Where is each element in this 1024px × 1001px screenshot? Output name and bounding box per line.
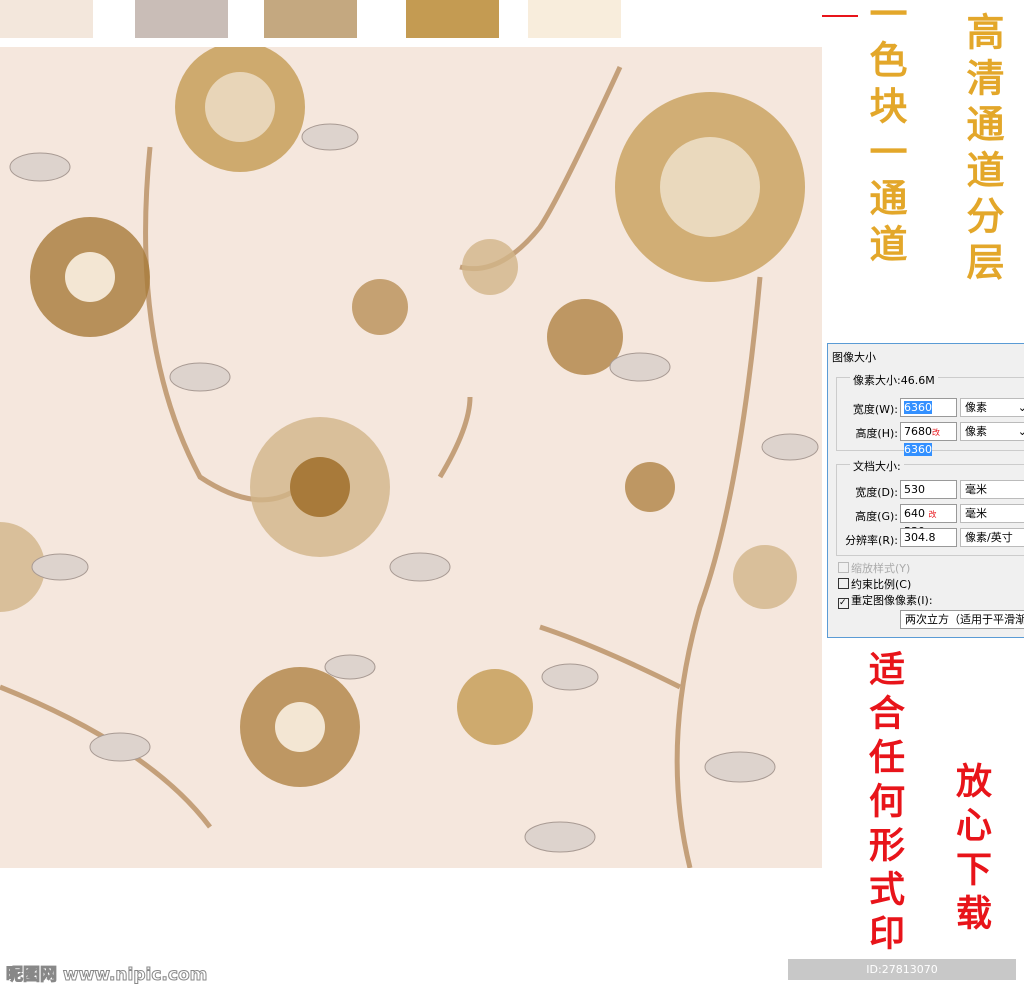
width-value: 6360 bbox=[904, 401, 932, 414]
doc-height-mark: 改 bbox=[928, 510, 937, 519]
color-swatch-3 bbox=[264, 0, 357, 38]
floral-illustration bbox=[0, 42, 819, 869]
resolution-label: 分辨率(R): bbox=[845, 534, 898, 547]
width-unit-select[interactable]: 像素 ⌄ bbox=[960, 398, 1024, 417]
height-input[interactable]: 7680改6360 bbox=[900, 422, 957, 456]
height-label: 高度(H): bbox=[855, 427, 898, 440]
gold-text-hd-layers: 高清通道分层 bbox=[960, 12, 1005, 288]
red-line bbox=[822, 15, 858, 17]
height-old: 7680 bbox=[904, 425, 932, 438]
dialog-title: 图像大小 bbox=[832, 351, 876, 364]
resample-label: 重定图像像素(I): bbox=[851, 594, 933, 607]
image-size-dialog: 图像大小 像素大小:46.6M 宽度(W): 6360 像素 ⌄ 高度(H): … bbox=[827, 343, 1024, 638]
red-text-any-print: 适合任何形式印 bbox=[863, 650, 905, 958]
height-unit-select[interactable]: 像素 ⌄ bbox=[960, 422, 1024, 441]
resample-method-select[interactable]: 两次立方（适用于平滑渐变 bbox=[900, 610, 1024, 629]
constrain-label: 约束比例(C) bbox=[851, 578, 912, 591]
scale-styles-label: 缩放样式(Y) bbox=[851, 562, 911, 575]
image-id-bar: ID:27813070 NO:20200817163424738089 bbox=[788, 959, 1016, 997]
color-swatch-2 bbox=[135, 0, 228, 38]
color-swatch-5 bbox=[528, 0, 621, 38]
resolution-unit-select[interactable]: 像素/英寸 bbox=[960, 528, 1024, 547]
height-unit: 像素 bbox=[965, 425, 987, 438]
red-text-download: 放心下载 bbox=[950, 762, 992, 938]
doc-size-label: 文档大小: bbox=[850, 458, 904, 474]
doc-height-input[interactable]: 640 改 530 bbox=[900, 504, 957, 538]
width-label: 宽度(W): bbox=[852, 403, 898, 416]
doc-height-old: 640 bbox=[904, 507, 925, 520]
constrain-checkbox[interactable]: 约束比例(C) bbox=[838, 576, 911, 592]
gold-text-one-color-per-channel: 一色块一通道 bbox=[863, 0, 908, 270]
color-swatch-4 bbox=[406, 0, 499, 38]
doc-height-unit-select[interactable]: 毫米 bbox=[960, 504, 1024, 523]
resolution-input[interactable]: 304.8 bbox=[900, 528, 957, 547]
doc-width-input[interactable]: 530 bbox=[900, 480, 957, 499]
height-value: 6360 bbox=[904, 443, 932, 456]
doc-width-unit-select[interactable]: 毫米 bbox=[960, 480, 1024, 499]
height-mark: 改 bbox=[932, 428, 940, 437]
doc-height-label: 高度(G): bbox=[855, 510, 898, 523]
width-input[interactable]: 6360 bbox=[900, 398, 957, 417]
watermark-logo: 昵图网 www.nipic.com bbox=[5, 965, 208, 986]
pixel-size-label: 像素大小:46.6M bbox=[850, 372, 938, 388]
doc-width-label: 宽度(D): bbox=[855, 486, 898, 499]
width-unit: 像素 bbox=[965, 401, 987, 414]
floral-pattern bbox=[0, 42, 822, 869]
color-swatch-1 bbox=[0, 0, 93, 38]
resample-checkbox[interactable]: ✓ 重定图像像素(I): bbox=[838, 592, 933, 609]
scale-styles-checkbox[interactable]: 缩放样式(Y) bbox=[838, 560, 910, 576]
